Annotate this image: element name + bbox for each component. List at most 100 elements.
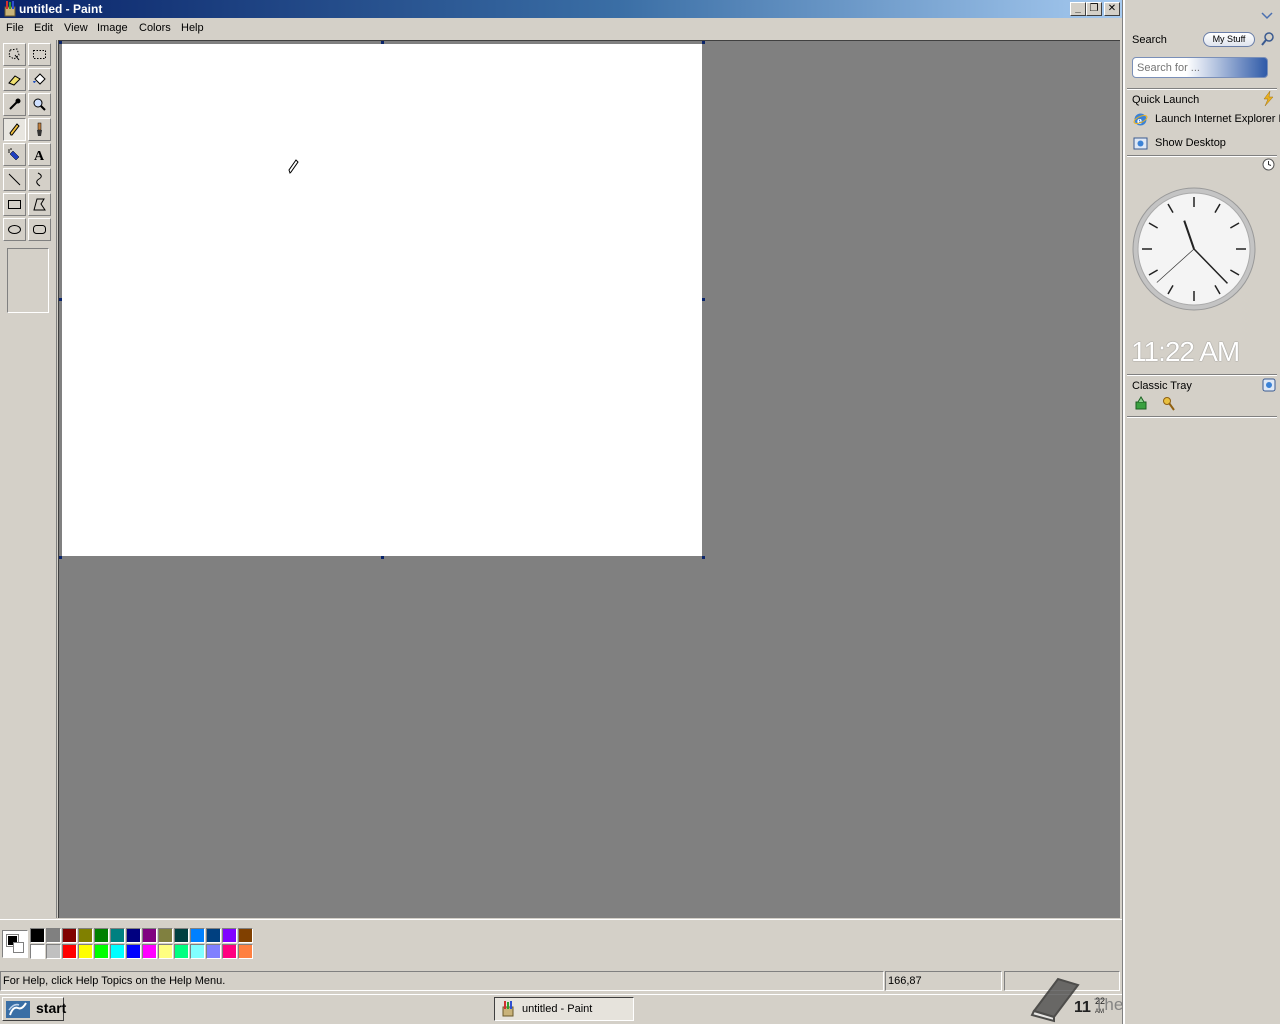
- menu-file[interactable]: File: [6, 22, 24, 34]
- color-swatch[interactable]: [94, 928, 109, 943]
- lightning-icon[interactable]: [1261, 91, 1275, 106]
- minimize-button[interactable]: _: [1070, 2, 1086, 16]
- text-a-icon: A: [34, 149, 45, 162]
- windows-flag-icon: [6, 1001, 30, 1018]
- rectangle-icon: [8, 200, 21, 209]
- line-tool[interactable]: [3, 168, 26, 191]
- curve-icon: [36, 172, 42, 187]
- resize-handle-nw: [59, 41, 62, 44]
- digital-time: 11:22 AM: [1131, 336, 1240, 367]
- pick-color-tool[interactable]: [3, 93, 26, 116]
- polygon-tool[interactable]: [28, 193, 51, 216]
- paint-bucket-icon: [33, 73, 46, 85]
- current-colors: [2, 930, 28, 958]
- eraser-tool[interactable]: [3, 68, 26, 91]
- eraser-icon: [8, 75, 21, 86]
- color-swatch[interactable]: [78, 928, 93, 943]
- color-swatch[interactable]: [30, 944, 45, 959]
- free-form-select-tool[interactable]: [3, 43, 26, 66]
- drawing-canvas[interactable]: [62, 44, 702, 556]
- fill-with-color-tool[interactable]: [28, 68, 51, 91]
- internet-explorer-icon: e: [1133, 113, 1148, 127]
- color-swatch[interactable]: [158, 944, 173, 959]
- tray-clock-hour[interactable]: 11: [1074, 999, 1091, 1017]
- safely-remove-hardware-icon[interactable]: [1133, 396, 1149, 412]
- resize-handle-ne: [702, 41, 705, 44]
- color-swatch[interactable]: [142, 928, 157, 943]
- quick-launch-label: Launch Internet Explorer Browser: [1155, 113, 1280, 125]
- menu-view[interactable]: View: [64, 22, 88, 34]
- color-swatch[interactable]: [62, 944, 77, 959]
- curve-tool[interactable]: [28, 168, 51, 191]
- color-swatch[interactable]: [206, 944, 221, 959]
- close-button[interactable]: ✕: [1104, 2, 1120, 16]
- color-swatch[interactable]: [126, 928, 141, 943]
- title-bar[interactable]: untitled - Paint _ ❐ ✕: [0, 0, 1122, 18]
- network-keys-icon[interactable]: [1161, 396, 1177, 412]
- resize-handle-s[interactable]: [381, 556, 384, 559]
- search-icon[interactable]: [1261, 32, 1275, 46]
- status-help-text: For Help, click Help Topics on the Help …: [0, 971, 884, 991]
- color-swatch[interactable]: [190, 944, 205, 959]
- resize-handle-n: [381, 41, 384, 44]
- airbrush-tool[interactable]: [3, 143, 26, 166]
- color-swatch[interactable]: [222, 928, 237, 943]
- brush-icon: [37, 122, 42, 136]
- color-swatch[interactable]: [62, 928, 77, 943]
- color-swatch[interactable]: [126, 944, 141, 959]
- menu-edit[interactable]: Edit: [34, 22, 53, 34]
- window-title: untitled - Paint: [19, 2, 103, 16]
- brush-tool[interactable]: [28, 118, 51, 141]
- color-swatch[interactable]: [190, 928, 205, 943]
- resize-handle-e[interactable]: [702, 298, 705, 301]
- polygon-icon: [33, 198, 46, 211]
- line-icon: [8, 173, 21, 186]
- menu-colors[interactable]: Colors: [139, 22, 171, 34]
- color-swatch[interactable]: [238, 944, 253, 959]
- taskbar-button-label: untitled - Paint: [522, 1003, 593, 1015]
- color-swatch[interactable]: [158, 928, 173, 943]
- analog-clock: [1132, 187, 1256, 311]
- color-swatch[interactable]: [46, 944, 61, 959]
- color-swatch[interactable]: [30, 928, 45, 943]
- divider: [1127, 374, 1277, 376]
- start-button[interactable]: start: [2, 997, 66, 1021]
- rounded-rectangle-tool[interactable]: [28, 218, 51, 241]
- resize-handle-se[interactable]: [702, 556, 705, 559]
- color-swatch[interactable]: [78, 944, 93, 959]
- classic-tray-icon[interactable]: [1262, 378, 1276, 392]
- taskbar: start untitled - Paint 11 22 AM The Coll…: [0, 977, 1246, 1024]
- status-coordinates: 166,87: [885, 971, 1002, 991]
- color-swatch[interactable]: [238, 928, 253, 943]
- ellipse-tool[interactable]: [3, 218, 26, 241]
- collapse-arrow-icon[interactable]: [1261, 12, 1273, 20]
- select-tool[interactable]: [28, 43, 51, 66]
- my-stuff-button[interactable]: My Stuff: [1203, 32, 1255, 47]
- color-swatch[interactable]: [94, 944, 109, 959]
- tool-options-box[interactable]: [7, 248, 49, 313]
- color-swatch[interactable]: [174, 928, 189, 943]
- rectangle-tool[interactable]: [3, 193, 26, 216]
- resize-handle-w: [59, 298, 62, 301]
- color-swatch[interactable]: [174, 944, 189, 959]
- menu-bar: File Edit View Image Colors Help: [0, 19, 1122, 38]
- color-swatch[interactable]: [110, 944, 125, 959]
- magnifier-tool[interactable]: [28, 93, 51, 116]
- eyedropper-icon: [9, 98, 21, 110]
- search-input[interactable]: [1132, 57, 1268, 78]
- pencil-cursor-icon: [288, 159, 299, 174]
- color-swatch[interactable]: [222, 944, 237, 959]
- color-swatch[interactable]: [206, 928, 221, 943]
- color-swatch[interactable]: [46, 928, 61, 943]
- taskbar-button-paint[interactable]: untitled - Paint: [494, 997, 634, 1021]
- menu-help[interactable]: Help: [181, 22, 204, 34]
- text-tool[interactable]: A: [28, 143, 51, 166]
- color-swatch[interactable]: [110, 928, 125, 943]
- clock-settings-icon[interactable]: [1262, 158, 1275, 171]
- menu-image[interactable]: Image: [97, 22, 128, 34]
- restore-button[interactable]: ❐: [1086, 2, 1102, 16]
- select-icon: [33, 50, 46, 59]
- divider: [1127, 155, 1277, 157]
- pencil-tool[interactable]: [3, 118, 26, 141]
- color-swatch[interactable]: [142, 944, 157, 959]
